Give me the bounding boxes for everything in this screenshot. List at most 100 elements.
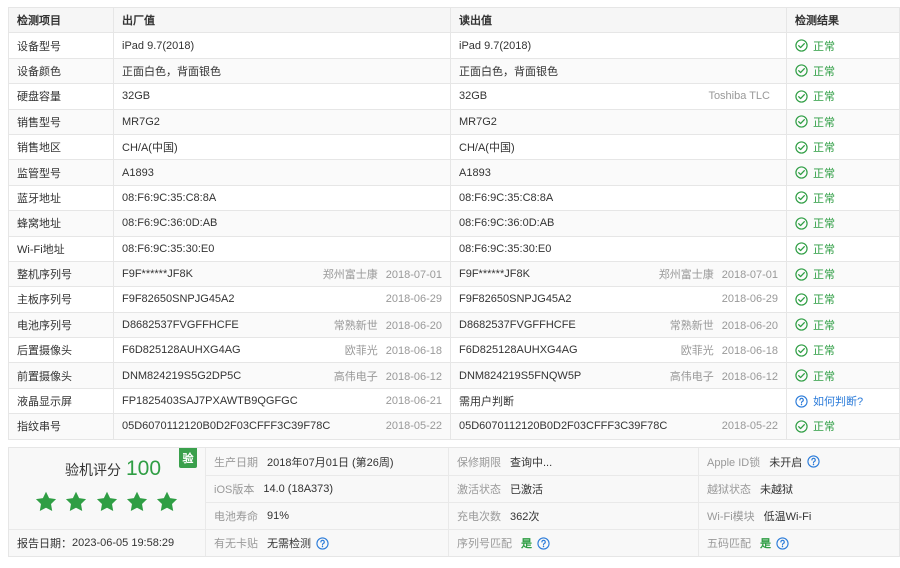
factory-value-cell: F9F******JF8K 郑州富士康 2018-07-01 (114, 261, 451, 288)
check-circle-icon (795, 344, 808, 357)
five-code-match-value: 是 (760, 538, 771, 550)
summary-panel: 验 验机评分 100 报告日期： 2023-06-05 19:58:29 生产日期… (8, 447, 900, 557)
item-label: 设备型号 (9, 33, 114, 59)
factory-value-cell: MR7G2 (114, 109, 451, 135)
factory-value-cell: 正面白色，背面银色 (114, 58, 451, 85)
read-date: 2018-06-29 (721, 293, 778, 306)
factory-meta: 2018-06-29 (386, 293, 442, 305)
result-cell[interactable]: 如何判断? (787, 388, 900, 415)
table-row: 后置摄像头 F6D825128AUHXG4AG 欧菲光 2018-06-18 F6D82… (9, 338, 900, 364)
info-charge-cycles: 充电次数 362次 (448, 502, 698, 529)
read-value-cell: F9F******JF8K 郑州富士康 2018-07-01 (451, 261, 787, 288)
read-date: 2018-05-22 (721, 420, 778, 433)
serial-match-label: 序列号匹配 (457, 538, 512, 550)
factory-value-cell: CH/A(中国) (114, 134, 451, 161)
check-circle-icon (795, 369, 808, 382)
item-label: 设备颜色 (9, 58, 114, 85)
table-row: 监管型号 A1893 A1893 正常 (9, 160, 900, 186)
activation-label: 激活状态 (457, 484, 501, 496)
read-meta: 2018-06-29 (722, 293, 778, 305)
factory-date: 2018-06-12 (385, 370, 442, 383)
report-date-value: 2023-06-05 19:58:29 (72, 537, 175, 549)
read-value-cell: F9F82650SNPJG45A2 2018-06-29 (451, 287, 787, 313)
item-label: 蜂窝地址 (9, 211, 114, 237)
read-date: 2018-07-01 (721, 269, 778, 282)
read-date: 2018-06-20 (721, 319, 778, 332)
five-code-match-label: 五码匹配 (707, 538, 751, 550)
result-label: 正常 (813, 269, 835, 282)
factory-vendor: 郑州富士康 (322, 269, 378, 282)
how-to-judge-link[interactable]: 如何判断? (813, 393, 863, 409)
report-date: 报告日期： 2023-06-05 19:58:29 (9, 529, 205, 556)
table-row: 销售型号 MR7G2 MR7G2 正常 (9, 109, 900, 135)
wifi-module-value: 低温Wi-Fi (763, 511, 812, 523)
read-value: iPad 9.7(2018) (459, 39, 532, 52)
info-sim-sticker: 有无卡贴 无需检测 (205, 529, 448, 556)
factory-meta: 欧菲光 2018-06-18 (345, 342, 442, 358)
factory-date: 2018-06-29 (385, 293, 442, 306)
battery-life-label: 电池寿命 (214, 511, 258, 523)
check-circle-icon (795, 217, 808, 230)
read-value-cell: 正面白色，背面银色 (451, 58, 787, 85)
factory-date: 2018-06-18 (385, 345, 442, 358)
info-battery-life: 电池寿命 91% (205, 502, 448, 529)
result-label: 正常 (813, 116, 835, 129)
factory-meta: 2018-06-21 (386, 395, 442, 407)
factory-date: 2018-05-22 (385, 420, 442, 433)
factory-date: 2018-07-01 (385, 269, 442, 282)
read-meta: 高伟电子 2018-06-12 (670, 368, 778, 384)
star-icon (126, 491, 148, 512)
item-label: 监管型号 (9, 160, 114, 186)
check-circle-icon (795, 420, 808, 433)
read-value-cell: DNM824219S5FNQW5P 高伟电子 2018-06-12 (451, 363, 787, 389)
charge-cycles-value: 362次 (510, 511, 540, 523)
read-value: 08:F6:9C:35:C8:8A (459, 191, 554, 204)
read-vendor: 欧菲光 (680, 345, 714, 358)
table-row: 电池序列号 D8682537FVGFFHCFE 常熟新世 2018-06-20 D868… (9, 312, 900, 339)
table-row: 设备颜色 正面白色，背面银色 正面白色，背面银色 正常 (9, 58, 900, 85)
serial-match-value: 是 (521, 538, 532, 550)
ios-version-label: iOS版本 (214, 484, 255, 496)
apple-id-lock-value: 未开启 (769, 456, 803, 469)
question-circle-icon[interactable] (807, 455, 820, 468)
read-value: 05D6070112120B0D2F03CFFF3C39F78C (459, 420, 668, 433)
result-cell: 正常 (787, 160, 900, 186)
factory-value-cell: 08:F6:9C:35:30:E0 (114, 236, 451, 262)
star-icon (156, 491, 178, 512)
table-row: 设备型号 iPad 9.7(2018) iPad 9.7(2018) 正常 (9, 33, 900, 59)
factory-value: FP1825403SAJ7PXAWTB9QGFGC (122, 395, 298, 408)
question-circle-icon[interactable] (795, 394, 808, 408)
check-circle-icon (795, 318, 808, 332)
factory-value: 08:F6:9C:35:C8:8A (122, 191, 217, 204)
factory-vendor: 常熟新世 (333, 319, 378, 332)
check-circle-icon (795, 140, 808, 154)
read-value: 需用户判断 (459, 396, 514, 409)
factory-value: 08:F6:9C:35:30:E0 (122, 242, 215, 255)
table-row: 蜂窝地址 08:F6:9C:36:0D:AB 08:F6:9C:36:0D:AB 正常 (9, 211, 900, 237)
table-row: 整机序列号 F9F******JF8K 郑州富士康 2018-07-01 F9F****… (9, 261, 900, 288)
read-value: F9F82650SNPJG45A2 (459, 293, 572, 306)
factory-value: F6D825128AUHXG4AG (122, 344, 241, 357)
warranty-label: 保修期限 (457, 456, 501, 469)
table-row: 液晶显示屏 FP1825403SAJ7PXAWTB9QGFGC 2018-06-21… (9, 388, 900, 415)
table-row: 前置摄像头 DNM824219S5G2DP5C 高伟电子 2018-06-12 DNM8… (9, 363, 900, 389)
factory-value-cell: F9F82650SNPJG45A2 2018-06-29 (114, 287, 451, 313)
read-date: 2018-06-18 (721, 345, 778, 358)
star-rating (35, 491, 186, 512)
result-cell: 正常 (787, 236, 900, 262)
read-vendor: Toshiba TLC (708, 90, 770, 103)
question-circle-icon[interactable] (776, 536, 789, 550)
question-circle-icon[interactable] (537, 536, 550, 550)
result-label: 正常 (813, 370, 835, 383)
factory-date: 2018-06-20 (385, 319, 442, 332)
read-meta: 郑州富士康 2018-07-01 (659, 266, 778, 282)
factory-value: 05D6070112120B0D2F03CFFF3C39F78C (122, 420, 331, 433)
question-circle-icon[interactable] (316, 536, 329, 550)
result-cell: 正常 (787, 33, 900, 59)
sim-sticker-value: 无需检测 (267, 538, 311, 550)
result-label: 正常 (813, 167, 835, 180)
read-value-cell: 08:F6:9C:35:30:E0 (451, 236, 787, 262)
read-value-cell: 08:F6:9C:36:0D:AB (451, 211, 787, 237)
jailbreak-label: 越狱状态 (707, 484, 751, 496)
factory-value: F9F******JF8K (122, 268, 193, 281)
